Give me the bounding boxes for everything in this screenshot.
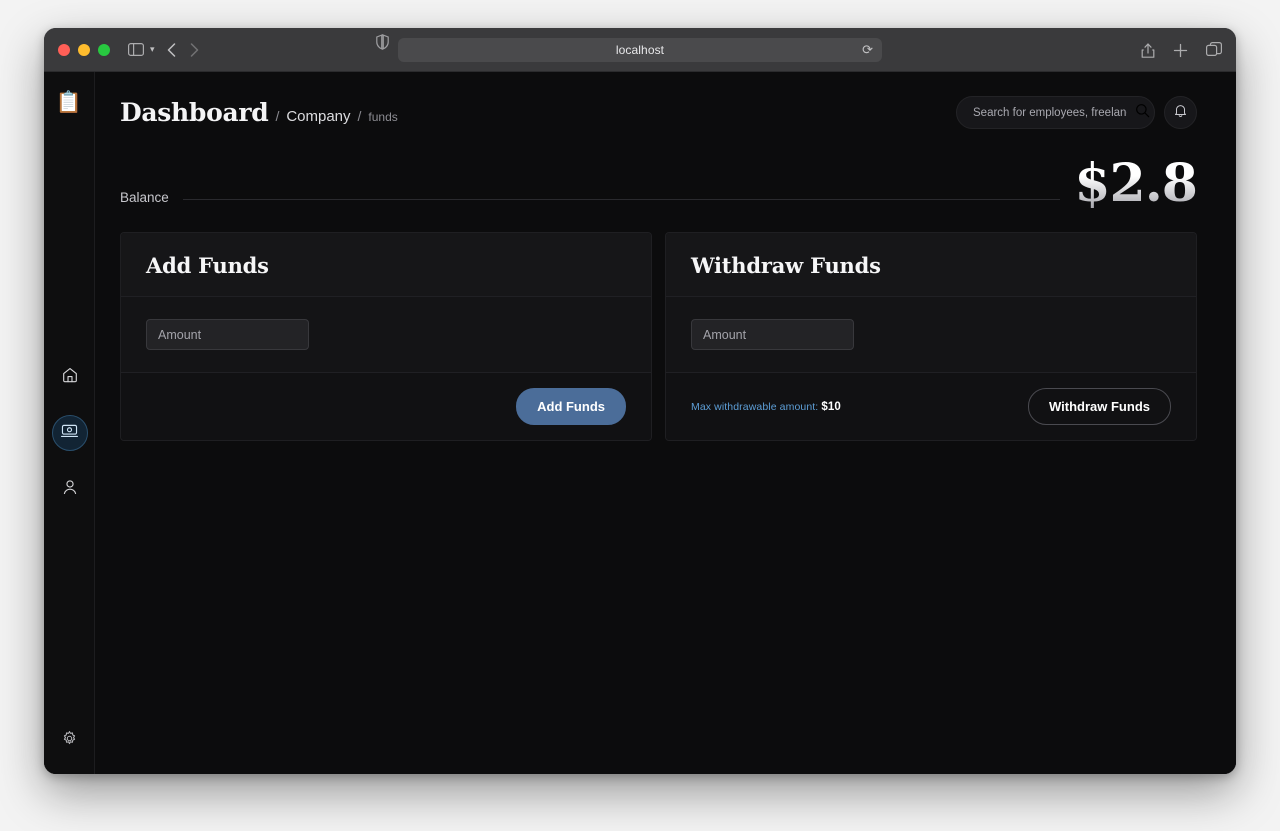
app-logo: 📋 (55, 91, 83, 114)
funds-cards: Add Funds Add Funds Withdraw F (95, 232, 1236, 442)
add-funds-button[interactable]: Add Funds (516, 388, 626, 426)
privacy-shield-icon[interactable] (376, 34, 389, 50)
bell-icon (1173, 103, 1188, 123)
max-withdrawable-note: Max withdrawable amount: $10 (691, 401, 841, 413)
search-icon[interactable] (1135, 103, 1150, 123)
breadcrumb-company[interactable]: Company (286, 108, 350, 125)
minimize-window-button[interactable] (78, 43, 90, 56)
sidebar-item-home[interactable] (53, 360, 87, 394)
sidebar-item-funds[interactable] (51, 415, 88, 451)
breadcrumb-section[interactable]: funds (368, 110, 397, 124)
window-controls (58, 43, 110, 56)
balance-row: Balance $2.8 (95, 153, 1236, 214)
add-funds-title: Add Funds (146, 253, 269, 279)
browser-toolbar-actions (1141, 28, 1222, 72)
search-box[interactable] (956, 96, 1155, 129)
balance-divider (182, 199, 1061, 201)
app-main: Dashboard / Company / funds Search for e… (95, 72, 1236, 774)
page-header: Dashboard / Company / funds (95, 72, 1236, 129)
withdraw-funds-card: Withdraw Funds Max withdrawable amount: … (665, 232, 1197, 442)
add-funds-card: Add Funds Add Funds (120, 232, 652, 442)
withdraw-funds-card-body (666, 297, 1196, 374)
reload-icon[interactable]: ⟳ (862, 42, 873, 58)
breadcrumb: Dashboard / Company / funds (120, 98, 398, 127)
plus-icon[interactable] (1173, 43, 1188, 58)
gear-icon (61, 730, 78, 752)
max-withdrawable-value: $10 (821, 400, 841, 413)
browser-titlebar: ▾ localhost ⟳ (44, 28, 1236, 72)
user-icon (61, 478, 79, 501)
url-text: localhost (615, 42, 665, 57)
page-title: Dashboard (120, 98, 269, 127)
breadcrumb-separator-2: / (357, 108, 362, 124)
back-arrow-icon[interactable] (167, 42, 176, 57)
screen: ▾ localhost ⟳ 📋 Dashboard / Company / fu… (0, 0, 1280, 831)
header-actions (956, 96, 1197, 129)
share-icon[interactable] (1141, 42, 1155, 59)
max-withdrawable-label: Max withdrawable amount: (691, 400, 819, 413)
withdraw-funds-title: Withdraw Funds (691, 253, 881, 279)
maximize-window-button[interactable] (98, 43, 110, 56)
app-container: 📋 Dashboard / Company / funds Search for… (44, 72, 1236, 774)
home-icon (61, 366, 79, 389)
sidebar-toggle-icon[interactable] (128, 43, 144, 56)
app-sidebar: 📋 (44, 72, 95, 774)
add-funds-card-body (121, 297, 651, 374)
withdraw-funds-card-header: Withdraw Funds (666, 233, 1196, 298)
address-bar[interactable]: localhost ⟳ (398, 37, 882, 62)
withdraw-funds-button[interactable]: Withdraw Funds (1028, 388, 1171, 426)
add-funds-amount-input[interactable] (146, 319, 309, 351)
balance-label: Balance (120, 190, 169, 206)
sidebar-item-profile[interactable] (53, 472, 87, 506)
tab-overview-icon[interactable] (1206, 42, 1222, 58)
sidebar-item-settings[interactable] (54, 726, 84, 756)
balance-value: $2.8 (1074, 153, 1198, 214)
close-window-button[interactable] (58, 43, 70, 56)
browser-window: ▾ localhost ⟳ 📋 Dashboard / Company / fu… (44, 28, 1236, 774)
add-funds-card-header: Add Funds (121, 233, 651, 298)
search-input[interactable] (971, 105, 1129, 120)
chevron-down-icon[interactable]: ▾ (150, 44, 155, 55)
forward-arrow-icon (190, 42, 199, 57)
withdraw-funds-amount-input[interactable] (691, 319, 854, 351)
money-card-icon (60, 421, 79, 445)
url-bar-container: localhost ⟳ (44, 37, 1236, 62)
notifications-button[interactable] (1164, 96, 1197, 129)
sidebar-nav (44, 360, 95, 506)
add-funds-card-footer: Add Funds (121, 373, 651, 441)
withdraw-funds-card-footer: Max withdrawable amount: $10 Withdraw Fu… (666, 373, 1196, 441)
breadcrumb-separator-1: / (275, 108, 280, 124)
